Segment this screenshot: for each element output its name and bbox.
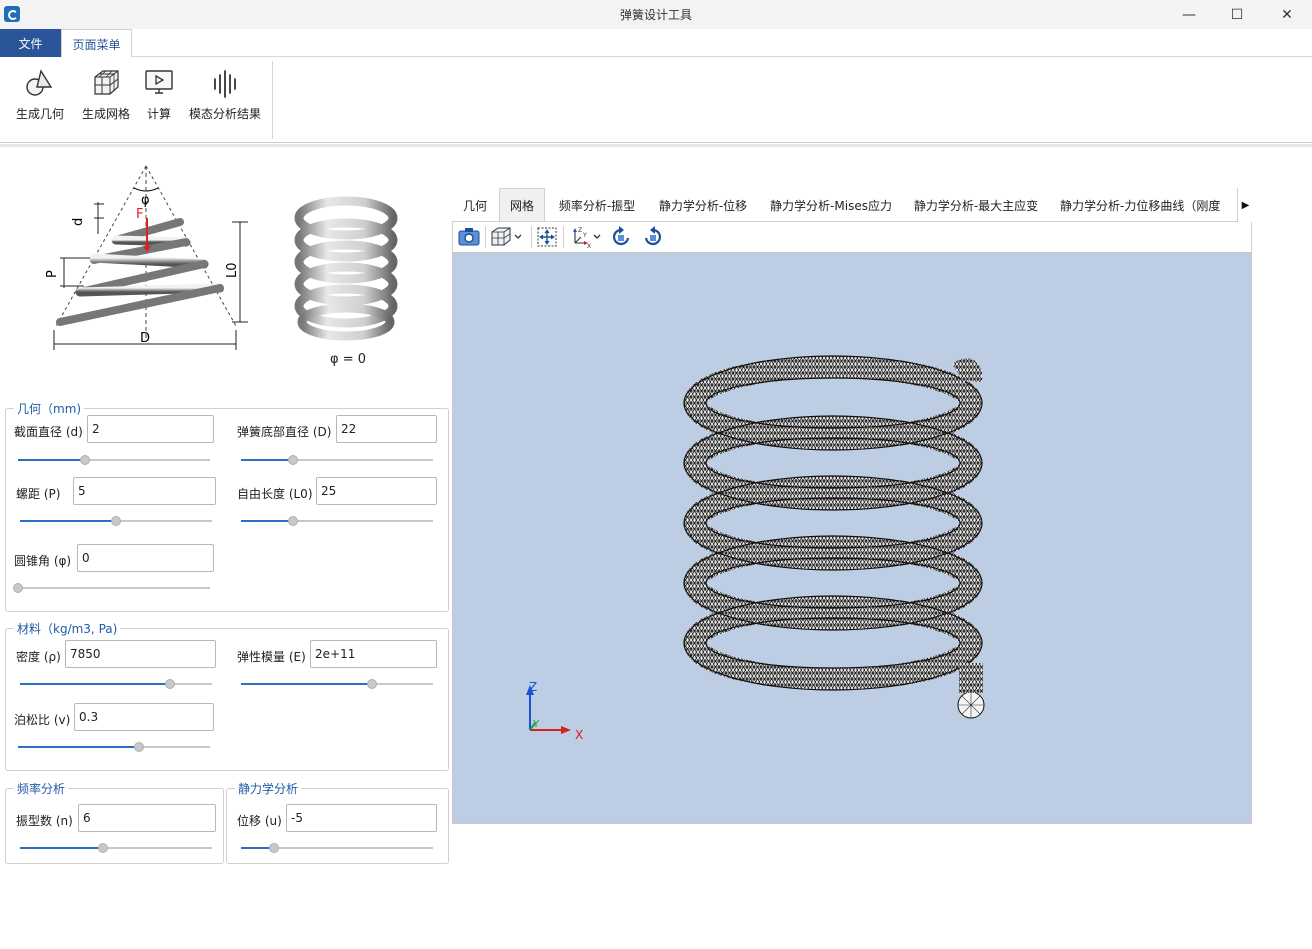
ribbon-label-modal: 模态分析结果 xyxy=(188,107,261,121)
density-input[interactable] xyxy=(65,640,216,668)
svg-text:Z: Z xyxy=(578,227,582,234)
y-axis-label: Y xyxy=(532,719,540,730)
toolbar-separator xyxy=(531,226,532,248)
rotate-right-icon[interactable] xyxy=(641,225,665,249)
cone-angle-slider[interactable] xyxy=(13,582,210,594)
pitch-label: 螺距 (P) xyxy=(16,487,61,501)
poisson-ratio-input[interactable] xyxy=(74,703,214,731)
section-diameter-label: 截面直径 (d) xyxy=(14,425,83,439)
compute-icon xyxy=(145,70,173,94)
title-bar: 弹簧设计工具 — ☐ ✕ xyxy=(0,0,1312,29)
x-axis-label: X xyxy=(575,728,583,742)
window-title: 弹簧设计工具 xyxy=(619,8,692,22)
spring-preview-image xyxy=(294,196,398,341)
maximize-button[interactable]: ☐ xyxy=(1214,0,1260,29)
tab-geometry[interactable]: 几何 xyxy=(452,188,498,221)
toolbar-separator xyxy=(485,226,486,248)
bottom-diameter-label: 弹簧底部直径 (D) xyxy=(237,425,332,439)
menu-bar: 文件 页面菜单 xyxy=(0,29,1312,58)
free-length-slider[interactable] xyxy=(241,515,433,527)
poisson-ratio-label: 泊松比 (v) xyxy=(14,713,71,727)
cone-angle-label: 圆锥角 (φ) xyxy=(14,554,72,568)
cone-angle-caption: φ = 0 xyxy=(330,352,367,367)
elastic-modulus-label: 弹性模量 (E) xyxy=(237,650,306,664)
frequency-group-title: 频率分析 xyxy=(14,780,69,797)
fit-view-icon[interactable] xyxy=(535,225,559,249)
displacement-label: 位移 (u) xyxy=(237,814,282,828)
generate-geometry-button[interactable]: 生成几何 xyxy=(14,67,66,122)
free-length-label: 自由长度 (L0) xyxy=(237,487,313,501)
label-F: F xyxy=(136,207,143,222)
elastic-modulus-slider[interactable] xyxy=(241,678,433,690)
tab-static-displacement[interactable]: 静力学分析-位移 xyxy=(648,188,758,221)
ribbon-label-mesh: 生成网格 xyxy=(81,107,130,121)
mesh-viewport[interactable]: Z Y X xyxy=(452,252,1252,824)
display-mode-icon[interactable] xyxy=(489,225,523,249)
density-slider[interactable] xyxy=(20,678,212,690)
tab-scroll-right-button[interactable]: ▶ xyxy=(1237,188,1253,222)
tab-static-max-strain[interactable]: 静力学分析-最大主应变 xyxy=(904,188,1048,221)
rotate-left-icon[interactable] xyxy=(609,225,633,249)
label-d: d xyxy=(71,218,86,226)
bottom-diameter-slider[interactable] xyxy=(241,454,433,466)
label-D: D xyxy=(140,331,150,346)
material-group-title: 材料（kg/m3, Pa) xyxy=(14,620,121,637)
pitch-slider[interactable] xyxy=(20,515,212,527)
tab-mesh[interactable]: 网格 xyxy=(499,188,545,221)
tab-frequency-mode[interactable]: 频率分析-振型 xyxy=(547,188,647,221)
ribbon-label-geometry: 生成几何 xyxy=(15,107,64,121)
ribbon: 生成几何 生成网格 计算 模态分析结果 xyxy=(0,57,1312,143)
poisson-ratio-slider[interactable] xyxy=(18,741,210,753)
result-tabs: 几何 网格 频率分析-振型 静力学分析-位移 静力学分析-Mises应力 静力学… xyxy=(452,188,1252,222)
axis-view-icon[interactable]: Z Y X xyxy=(567,225,603,249)
section-diameter-input[interactable] xyxy=(87,415,214,443)
spring-schematic: F φ d P L0 D xyxy=(45,165,248,350)
displacement-slider[interactable] xyxy=(241,842,433,854)
label-L0: L0 xyxy=(225,262,240,278)
free-length-input[interactable] xyxy=(316,477,437,505)
mode-count-label: 振型数 (n) xyxy=(16,814,73,828)
cone-angle-input[interactable] xyxy=(77,544,214,572)
mode-count-slider[interactable] xyxy=(20,842,212,854)
density-label: 密度 (ρ) xyxy=(16,650,61,664)
tab-static-mises[interactable]: 静力学分析-Mises应力 xyxy=(759,188,903,221)
modal-results-button[interactable]: 模态分析结果 xyxy=(188,67,262,122)
minimize-button[interactable]: — xyxy=(1166,0,1212,29)
mesh-icon xyxy=(94,70,119,95)
close-button[interactable]: ✕ xyxy=(1264,0,1310,29)
geometry-group-title: 几何（mm) xyxy=(14,400,85,417)
bottom-diameter-input[interactable] xyxy=(336,415,437,443)
mode-count-input[interactable] xyxy=(78,804,216,832)
section-diameter-slider[interactable] xyxy=(18,454,210,466)
spring-mesh-render: Z Y X xyxy=(526,355,985,742)
label-P: P xyxy=(45,270,60,278)
modal-results-icon xyxy=(214,70,236,98)
menu-page[interactable]: 页面菜单 xyxy=(61,29,132,58)
tab-static-force-curve[interactable]: 静力学分析-力位移曲线（刚度 xyxy=(1060,188,1252,221)
svg-text:X: X xyxy=(587,243,591,249)
label-phi: φ xyxy=(141,193,150,208)
pitch-input[interactable] xyxy=(73,477,216,505)
geometry-icon xyxy=(26,69,53,96)
compute-button[interactable]: 计算 xyxy=(142,67,176,122)
generate-mesh-button[interactable]: 生成网格 xyxy=(80,67,132,122)
svg-text:Y: Y xyxy=(582,232,587,239)
viewer-toolbar: Z Y X xyxy=(452,222,1252,252)
elastic-modulus-input[interactable] xyxy=(310,640,437,668)
displacement-input[interactable] xyxy=(286,804,437,832)
camera-icon[interactable] xyxy=(457,225,481,249)
static-group-title: 静力学分析 xyxy=(235,780,302,797)
toolbar-separator xyxy=(563,226,564,248)
ribbon-label-compute: 计算 xyxy=(146,107,171,121)
menu-file[interactable]: 文件 xyxy=(0,29,61,57)
ribbon-divider xyxy=(0,144,1312,147)
z-axis-label: Z xyxy=(529,680,537,694)
ribbon-separator xyxy=(272,61,273,139)
